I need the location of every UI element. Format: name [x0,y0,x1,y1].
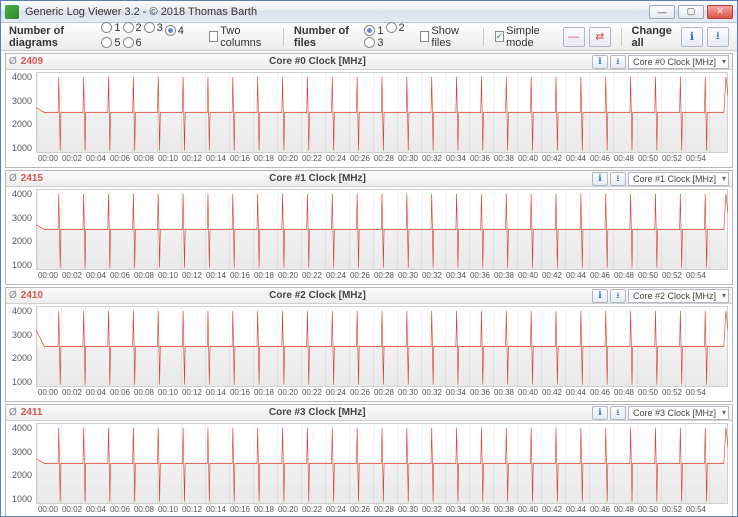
chart-export-button[interactable]: ⭳ [610,55,626,69]
chart-title: Core #0 Clock [MHz] [43,56,592,67]
x-axis: 00:0000:0200:0400:0600:0800:1000:1200:14… [36,388,728,400]
trace-line [36,189,728,270]
chart-title: Core #2 Clock [MHz] [43,290,592,301]
maximize-button[interactable]: ▢ [678,5,704,19]
show-files-label: Show files [431,25,471,49]
chart-info-button[interactable]: ℹ [592,55,608,69]
y-axis: 4000300020001000 [6,306,34,387]
close-button[interactable]: ✕ [707,5,733,19]
avg-symbol: Ø [9,407,17,418]
chart-tools: ℹ ⭳ Core #0 Clock [MHz] [592,55,729,69]
chart-area: Ø 2409 Core #0 Clock [MHz] ℹ ⭳ Core #0 C… [1,51,737,516]
chart-info-button[interactable]: ℹ [592,289,608,303]
simple-mode-label: Simple mode [506,25,558,49]
diag-radio-1[interactable]: 1 [101,22,120,34]
chart-core-0: Ø 2409 Core #0 Clock [MHz] ℹ ⭳ Core #0 C… [5,53,733,168]
plot-area[interactable] [36,423,728,504]
export-all-button[interactable]: ⭳ [707,27,729,47]
chart-tools: ℹ ⭳ Core #2 Clock [MHz] [592,289,729,303]
window-controls: — ▢ ✕ [649,5,733,19]
files-radio-2[interactable]: 2 [386,22,405,34]
trace-line [36,72,728,153]
x-axis: 00:0000:0200:0400:0600:0800:1000:1200:14… [36,505,728,516]
avg-symbol: Ø [9,56,17,67]
line-style-button[interactable]: — [563,27,585,47]
simple-mode-checkbox[interactable]: Simple mode [495,25,558,49]
diag-radio-6[interactable]: 6 [123,37,142,49]
diag-radio-5[interactable]: 5 [101,37,120,49]
series-select[interactable]: Core #0 Clock [MHz] [628,55,729,69]
chart-export-button[interactable]: ⭳ [610,289,626,303]
files-count-label: Number of files [294,25,359,49]
diag-radio-4[interactable]: 4 [165,25,184,37]
chart-header: Ø 2411 Core #3 Clock [MHz] ℹ ⭳ Core #3 C… [6,405,732,421]
avg-value: 2409 [21,56,43,67]
two-columns-checkbox[interactable]: Two columns [209,25,272,49]
x-axis: 00:0000:0200:0400:0600:0800:1000:1200:14… [36,154,728,166]
avg-value: 2411 [21,407,43,418]
separator [283,28,284,46]
app-icon [5,5,19,19]
chart-header: Ø 2410 Core #2 Clock [MHz] ℹ ⭳ Core #2 C… [6,288,732,304]
chart-core-1: Ø 2415 Core #1 Clock [MHz] ℹ ⭳ Core #1 C… [5,170,733,285]
change-all-label: Change all [632,25,677,49]
minimize-button[interactable]: — [649,5,675,19]
trace-line [36,306,728,387]
two-columns-label: Two columns [220,25,272,49]
toolbar: Number of diagrams 123456 Two columns Nu… [1,23,737,51]
diag-radio-3[interactable]: 3 [144,22,163,34]
chart-info-button[interactable]: ℹ [592,406,608,420]
avg-value: 2410 [21,290,43,301]
chart-title: Core #1 Clock [MHz] [43,173,592,184]
y-axis: 4000300020001000 [6,189,34,270]
chart-header: Ø 2409 Core #0 Clock [MHz] ℹ ⭳ Core #0 C… [6,54,732,70]
separator [621,28,622,46]
plot-area[interactable] [36,189,728,270]
avg-symbol: Ø [9,290,17,301]
chart-export-button[interactable]: ⭳ [610,172,626,186]
plot-area[interactable] [36,306,728,387]
chart-tools: ℹ ⭳ Core #3 Clock [MHz] [592,406,729,420]
series-select[interactable]: Core #2 Clock [MHz] [628,289,729,303]
swap-axes-button[interactable]: ⇄ [589,27,611,47]
chart-header: Ø 2415 Core #1 Clock [MHz] ℹ ⭳ Core #1 C… [6,171,732,187]
chart-export-button[interactable]: ⭳ [610,406,626,420]
diag-radio-2[interactable]: 2 [123,22,142,34]
series-select[interactable]: Core #3 Clock [MHz] [628,406,729,420]
y-axis: 4000300020001000 [6,423,34,504]
trace-line [36,423,728,504]
titlebar: Generic Log Viewer 3.2 - © 2018 Thomas B… [1,1,737,23]
plot-area[interactable] [36,72,728,153]
chart-title: Core #3 Clock [MHz] [42,407,591,418]
x-axis: 00:0000:0200:0400:0600:0800:1000:1200:14… [36,271,728,283]
show-files-checkbox[interactable]: Show files [420,25,472,49]
chart-core-3: Ø 2411 Core #3 Clock [MHz] ℹ ⭳ Core #3 C… [5,404,733,516]
window-title: Generic Log Viewer 3.2 - © 2018 Thomas B… [25,6,649,18]
series-select[interactable]: Core #1 Clock [MHz] [628,172,729,186]
diag-count-label: Number of diagrams [9,25,96,49]
chart-info-button[interactable]: ℹ [592,172,608,186]
files-radio-1[interactable]: 1 [364,25,383,37]
separator [483,28,484,46]
y-axis: 4000300020001000 [6,72,34,153]
files-radio-3[interactable]: 3 [364,37,383,49]
avg-symbol: Ø [9,173,17,184]
chart-tools: ℹ ⭳ Core #1 Clock [MHz] [592,172,729,186]
avg-value: 2415 [21,173,43,184]
chart-core-2: Ø 2410 Core #2 Clock [MHz] ℹ ⭳ Core #2 C… [5,287,733,402]
info-all-button[interactable]: ℹ [681,27,703,47]
